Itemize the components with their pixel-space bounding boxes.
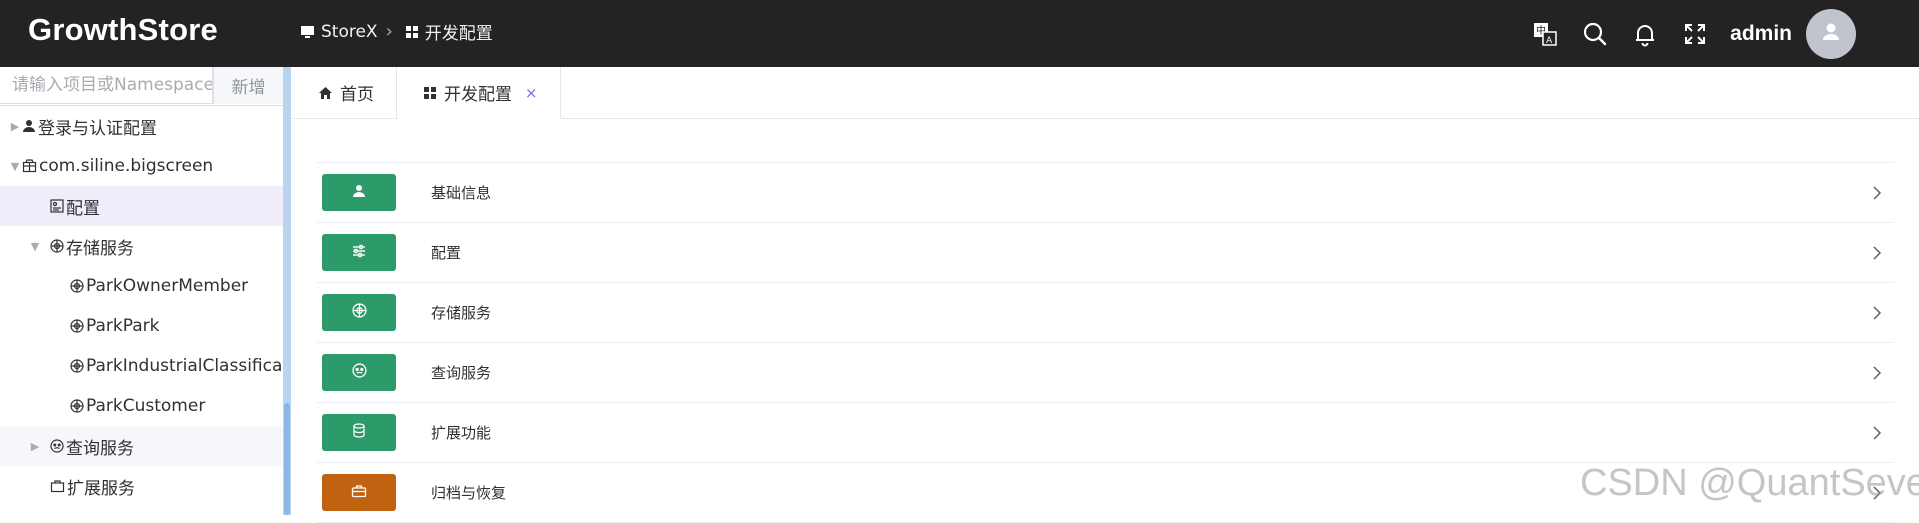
sidebar-search-row: 新增 [0, 67, 283, 106]
tab-devconfig[interactable]: 开发配置 × [397, 67, 561, 119]
bell-icon[interactable] [1628, 17, 1662, 51]
avatar[interactable] [1806, 8, 1856, 59]
menu-row-extension[interactable]: 扩展功能 [317, 402, 1894, 462]
tree-node-parkownermember[interactable]: ParkOwnerMember [0, 266, 283, 306]
tree-node-parkindustrialclassification[interactable]: ParkIndustrialClassification [0, 346, 283, 386]
badge [322, 174, 396, 211]
chevron-right-icon [1872, 245, 1882, 261]
breadcrumb: StoreX › 开发配置 [300, 19, 493, 44]
extension-icon [50, 479, 65, 493]
database-icon [352, 423, 366, 442]
tree-node-query[interactable]: ▶ 查询服务 [0, 426, 283, 466]
monitor-icon [300, 25, 315, 39]
query-icon [50, 439, 64, 453]
config-icon [50, 199, 64, 213]
badge [322, 354, 396, 391]
user-icon [1820, 21, 1842, 47]
username-label[interactable]: admin [1730, 22, 1792, 46]
caret-down-icon[interactable]: ▼ [8, 160, 22, 173]
menu-row-storage[interactable]: 存储服务 [317, 282, 1894, 342]
tab-label: 首页 [340, 85, 374, 105]
tree-node-storage[interactable]: ▼ 存储服务 [0, 226, 283, 266]
tree-node-label: 查询服务 [66, 438, 134, 459]
tree-node-label: com.siline.bigscreen [39, 156, 214, 176]
top-header: GrowthStore StoreX › 开发配置 中A admin [0, 0, 1919, 67]
main-content: 首页 开发配置 × 基础信息 配置 存储服务 查询服务 扩展功能 归档与恢复 [292, 67, 1919, 523]
breadcrumb-item-storex[interactable]: StoreX [321, 22, 378, 42]
briefcase-icon [351, 483, 367, 502]
sidebar: 新增 ▶ 登录与认证配置 ▼ com.siline.bigscreen 配置 ▼… [0, 67, 284, 515]
menu-row-label: 扩展功能 [431, 424, 492, 442]
tree-node-config[interactable]: 配置 [0, 186, 283, 226]
home-icon [318, 86, 333, 100]
scrollbar-thumb[interactable] [284, 403, 290, 515]
storage-icon [70, 279, 84, 293]
watermark: CSDN @QuantSeven [1580, 462, 1919, 504]
menu-row-label: 配置 [431, 244, 462, 262]
menu-row-label: 基础信息 [431, 184, 492, 202]
storage-icon [70, 359, 84, 373]
storage-icon [70, 399, 84, 413]
tree-node-label: 配置 [66, 198, 100, 219]
package-icon [22, 159, 37, 173]
breadcrumb-item-devconfig: 开发配置 [424, 24, 493, 44]
menu-row-basic-info[interactable]: 基础信息 [317, 162, 1894, 222]
add-button[interactable]: 新增 [213, 67, 283, 104]
close-icon[interactable]: × [525, 84, 538, 102]
badge [322, 234, 396, 271]
user-icon [22, 119, 36, 133]
brand-logo[interactable]: GrowthStore [28, 12, 218, 48]
tree-node-parkpark[interactable]: ParkPark [0, 306, 283, 346]
tab-label: 开发配置 [444, 85, 512, 105]
storage-icon [351, 303, 367, 322]
tree-node-namespace[interactable]: ▼ com.siline.bigscreen [0, 146, 283, 186]
tab-bar: 首页 开发配置 × [292, 67, 1919, 119]
chevron-right-icon: › [385, 21, 393, 42]
caret-right-icon[interactable]: ▶ [8, 120, 22, 133]
tab-home[interactable]: 首页 [292, 67, 397, 118]
menu-row-query[interactable]: 查询服务 [317, 342, 1894, 402]
badge [322, 414, 396, 451]
fullscreen-icon[interactable] [1678, 17, 1712, 51]
grid-icon [423, 86, 437, 100]
tree-node-label: 存储服务 [66, 238, 134, 259]
tree-node-parkcustomer[interactable]: ParkCustomer [0, 386, 283, 426]
tree-node-login-auth[interactable]: ▶ 登录与认证配置 [0, 106, 283, 146]
tree-node-label: ParkIndustrialClassification [86, 356, 283, 376]
tree-node-label: ParkCustomer [86, 396, 206, 416]
caret-down-icon[interactable]: ▼ [28, 240, 42, 253]
search-icon[interactable] [1578, 17, 1612, 51]
sidebar-scrollbar[interactable] [283, 67, 291, 515]
menu-row-label: 归档与恢复 [431, 484, 507, 502]
translate-icon[interactable]: 中A [1528, 17, 1562, 51]
tree-node-label: 扩展服务 [67, 478, 135, 499]
chevron-right-icon [1872, 425, 1882, 441]
grid-icon [405, 25, 419, 39]
user-icon [352, 183, 366, 202]
tree-node-label: 登录与认证配置 [38, 118, 157, 139]
svg-text:A: A [1546, 36, 1553, 46]
menu-row-config[interactable]: 配置 [317, 222, 1894, 282]
tree-node-label: ParkPark [86, 316, 160, 336]
chevron-right-icon [1872, 305, 1882, 321]
chevron-right-icon [1872, 365, 1882, 381]
badge [322, 294, 396, 331]
sliders-icon [351, 243, 367, 262]
badge [322, 474, 396, 511]
tree-node-extension[interactable]: 扩展服务 [0, 466, 283, 506]
menu-row-label: 查询服务 [431, 364, 492, 382]
menu-row-label: 存储服务 [431, 304, 492, 322]
search-input[interactable] [0, 67, 213, 104]
tree-node-label: ParkOwnerMember [86, 276, 249, 296]
storage-icon [70, 319, 84, 333]
caret-right-icon[interactable]: ▶ [28, 440, 42, 453]
query-icon [351, 363, 367, 382]
chevron-right-icon [1872, 185, 1882, 201]
storage-icon [50, 239, 64, 253]
